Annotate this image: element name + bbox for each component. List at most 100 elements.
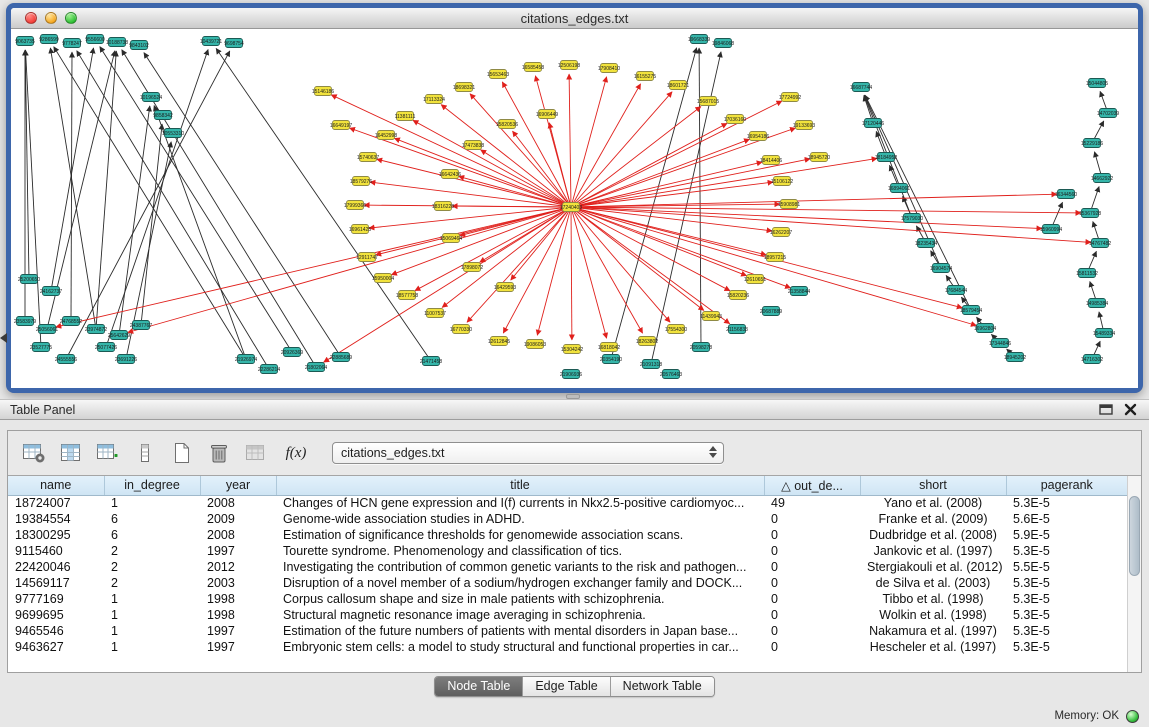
network-node[interactable]: 15146186 [312,87,334,96]
network-node[interactable]: 23583979 [14,317,36,326]
tab-node-table[interactable]: Node Table [435,677,523,696]
table-cell[interactable]: 1 [104,607,200,623]
network-node[interactable]: 17898072 [461,263,483,272]
network-node[interactable]: 16649197 [330,121,352,130]
network-node[interactable]: 14716302 [1081,355,1103,364]
network-node[interactable]: 11381111 [395,112,416,121]
network-node[interactable]: 17684544 [945,286,967,295]
network-node[interactable]: 18601721 [667,81,689,90]
table-row[interactable]: 1456911722003Disruption of a novel membe… [8,575,1128,591]
table-cell[interactable]: 5.3E-5 [1006,623,1128,639]
network-node[interactable]: 17908410 [598,64,620,73]
network-node[interactable]: 17113324 [423,95,445,104]
table-cell[interactable]: de Silva et al. (2003) [860,575,1006,591]
window-titlebar[interactable]: citations_edges.txt [11,8,1138,29]
table-row[interactable]: 946362711997Embryonic stem cells: a mode… [8,639,1128,655]
column-header-pagerank[interactable]: pagerank [1006,476,1128,495]
network-node[interactable]: 11007537 [424,309,446,318]
table-cell[interactable]: 0 [764,623,860,639]
network-node[interactable]: 21358844 [788,287,810,296]
network-node[interactable]: 9556600 [85,35,105,44]
network-node[interactable]: 15908981 [778,200,800,209]
network-node[interactable]: 10553310 [162,129,184,138]
table-selector-combobox[interactable]: citations_edges.txt [332,442,724,464]
float-panel-icon[interactable] [1099,403,1114,416]
network-node[interactable]: 15740637 [357,153,379,162]
network-node[interactable]: 23691226 [115,355,137,364]
table-row[interactable]: 1872400712008Changes of HCN gene express… [8,495,1128,511]
table-cell[interactable]: 9463627 [8,639,104,655]
network-node[interactable]: 15489334 [1093,329,1115,338]
network-node[interactable]: 17240403 [560,203,582,212]
network-node[interactable]: 21091318 [640,360,662,369]
table-cell[interactable]: 1997 [200,623,276,639]
table-cell[interactable]: Tourette syndrome. Phenomenology and cla… [276,543,764,559]
network-node[interactable]: 18414406 [760,156,782,165]
network-node[interactable]: 21802064 [305,363,327,372]
table-cell[interactable]: Yano et al. (2008) [860,495,1006,511]
network-node[interactable]: 9063735 [15,37,35,46]
network-node[interactable]: 9843102 [129,41,149,50]
table-cell[interactable]: 5.3E-5 [1006,591,1128,607]
network-node[interactable]: 18957215 [764,253,786,262]
network-node[interactable]: 16906449 [536,110,558,119]
table-cell[interactable]: 18300295 [8,527,104,543]
table-cell[interactable]: Wolkin et al. (1998) [860,607,1006,623]
table-cell[interactable]: 1 [104,495,200,511]
table-row[interactable]: 1938455462009Genome-wide association stu… [8,511,1128,527]
table-scrollbar[interactable] [1127,476,1141,672]
table-cell[interactable]: Tibbo et al. (1998) [860,591,1006,607]
network-node[interactable]: 15069464 [440,234,462,243]
table-cell[interactable]: Hescheler et al. (1997) [860,639,1006,655]
network-node[interactable]: 25056061 [36,325,58,334]
table-cell[interactable]: 2008 [200,495,276,511]
network-node[interactable]: 17036160 [724,115,746,124]
network-node[interactable]: 12506198 [558,61,580,70]
network-node[interactable]: 21471458 [420,357,442,366]
network-node[interactable]: 16770330 [450,325,472,334]
network-node[interactable]: 24162737 [40,287,62,296]
network-node[interactable]: 12911747 [356,253,378,262]
maximize-window-button[interactable] [65,12,77,24]
close-panel-icon[interactable] [1124,403,1137,416]
network-node[interactable]: 21926974 [235,355,257,364]
table-cell[interactable]: 0 [764,607,860,623]
table-cell[interactable]: Estimation of significance thresholds fo… [276,527,764,543]
network-node[interactable]: 19668339 [688,35,710,44]
network-node[interactable]: 18316228 [432,202,454,211]
network-node[interactable]: 17473838 [462,141,484,150]
close-window-button[interactable] [25,12,37,24]
network-node[interactable]: 18945720 [808,153,830,162]
network-node[interactable]: 18579276 [350,177,372,186]
network-node[interactable]: 18579454 [960,306,982,315]
network-node[interactable]: 9698754 [224,39,244,48]
table-cell[interactable]: 19384554 [8,511,104,527]
network-node[interactable]: 24555556 [55,355,77,364]
table-cell[interactable]: 9699695 [8,607,104,623]
table-cell[interactable]: Genome-wide association studies in ADHD. [276,511,764,527]
network-node[interactable]: 18184952 [875,153,897,162]
network-node[interactable]: 18235434 [915,239,937,248]
network-node[interactable]: 20598278 [690,343,712,352]
network-node[interactable]: 24768552 [60,317,82,326]
network-node[interactable]: 15960994 [1040,225,1062,234]
network-node[interactable]: 23527775 [30,343,52,352]
network-node[interactable]: 15044805 [1086,79,1108,88]
table-cell[interactable]: Changes of HCN gene expression and I(f) … [276,495,764,511]
table-row[interactable]: 969969511998Structural magnetic resonanc… [8,607,1128,623]
column-header-short[interactable]: short [860,476,1006,495]
network-node[interactable]: 16155275 [634,72,656,81]
function-builder-button[interactable]: f(x) [279,439,313,467]
network-node[interactable]: 16687744 [850,83,872,92]
table-cell[interactable]: 5.3E-5 [1006,607,1128,623]
network-node[interactable]: 20926369 [281,348,303,357]
table-cell[interactable]: 5.3E-5 [1006,639,1128,655]
table-cell[interactable]: 1998 [200,607,276,623]
table-cell[interactable]: 49 [764,495,860,511]
column-header-in-degree[interactable]: in_degree [104,476,200,495]
table-cell[interactable]: 0 [764,575,860,591]
network-node[interactable]: 17554300 [665,325,687,334]
table-cell[interactable]: Disruption of a novel member of a sodium… [276,575,764,591]
table-cell[interactable]: 14569117 [8,575,104,591]
create-table-button[interactable] [168,439,196,467]
